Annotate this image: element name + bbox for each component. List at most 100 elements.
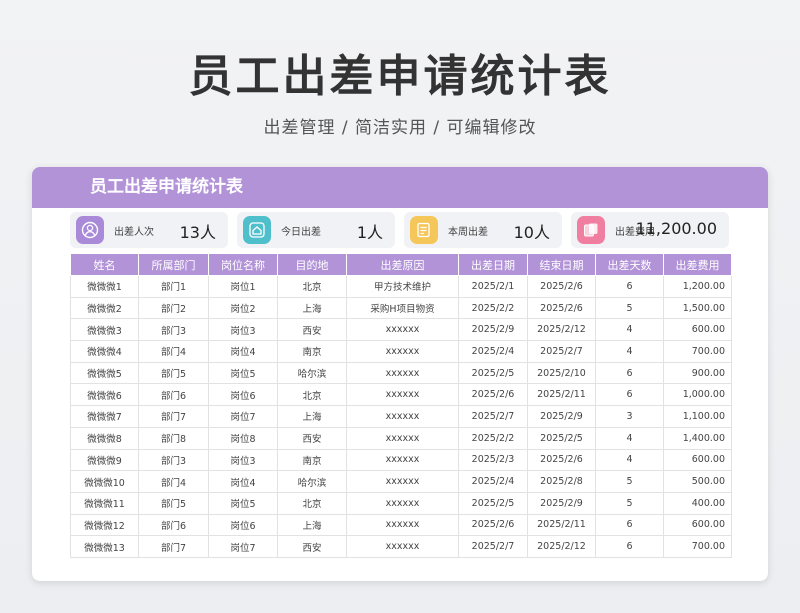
trip-table: 姓名 所属部门 岗位名称 目的地 出差原因 出差日期 结束日期 出差天数 出差费用 微微微1 部门…	[70, 253, 732, 558]
stat-week: 本周出差 10人	[404, 212, 562, 248]
table-cell: 部门8	[138, 426, 209, 450]
table-cell: 微微微3	[70, 318, 139, 342]
table-row: 微微微7 部门7 岗位7 上海 xxxxxx 2025/2/7 2025/2/9 3 1,100…	[70, 405, 732, 428]
table-cell: 岗位7	[208, 535, 278, 558]
table-cell: 微微微7	[70, 405, 139, 428]
table-cell: 2025/2/11	[527, 513, 596, 537]
table-cell: 600.00	[663, 448, 732, 472]
table-cell: 4	[595, 426, 664, 450]
column-header: 岗位名称	[208, 253, 278, 276]
table-cell: 2025/2/12	[527, 535, 596, 558]
table-cell: 甲方技术维护	[346, 275, 459, 298]
table-cell: 2025/2/8	[527, 470, 596, 493]
table-cell: 2025/2/9	[527, 405, 596, 428]
table-cell: 岗位6	[208, 383, 278, 407]
table-cell: 2025/2/11	[527, 383, 596, 407]
table-cell: 南京	[277, 340, 347, 363]
page-subtitle: 出差管理 / 简洁实用 / 可编辑修改	[263, 118, 537, 138]
table-cell: 微微微5	[70, 361, 139, 385]
stat-trip-count: 出差人次 13人	[70, 212, 228, 248]
table-row: 微微微10 部门4 岗位4 哈尔滨 xxxxxx 2025/2/4 2025/2/8 5 500…	[70, 470, 732, 493]
table-cell: xxxxxx	[346, 361, 459, 385]
table-cell: 部门3	[138, 318, 209, 342]
table-cell: xxxxxx	[346, 383, 459, 407]
stat-label: 出差人次	[114, 227, 154, 238]
table-row: 微微微5 部门5 岗位5 哈尔滨 xxxxxx 2025/2/5 2025/2/10 6 900…	[70, 361, 732, 385]
table-cell: 岗位4	[208, 470, 278, 493]
table-cell: 900.00	[663, 361, 732, 385]
person-icon	[76, 216, 104, 244]
table-cell: 微微微8	[70, 426, 139, 450]
table-cell: 2025/2/1	[458, 275, 528, 298]
table-cell: 2025/2/5	[527, 426, 596, 450]
table-cell: 3	[595, 405, 664, 428]
column-header: 姓名	[70, 253, 139, 276]
table-cell: 岗位8	[208, 426, 278, 450]
table-cell: 2025/2/10	[527, 361, 596, 385]
table-cell: 2025/2/6	[458, 383, 528, 407]
table-cell: 西安	[277, 535, 347, 558]
table-cell: 2025/2/9	[458, 318, 528, 342]
table-cell: 微微微2	[70, 296, 139, 320]
table-row: 微微微4 部门4 岗位4 南京 xxxxxx 2025/2/4 2025/2/7 4 700.0…	[70, 340, 732, 363]
table-cell: 微微微12	[70, 513, 139, 537]
table-cell: 2025/2/4	[458, 470, 528, 493]
table-cell: 2025/2/2	[458, 426, 528, 450]
table-cell: 5	[595, 491, 664, 515]
table-cell: 2025/2/9	[527, 491, 596, 515]
cards-icon	[577, 216, 605, 244]
table-cell: 南京	[277, 448, 347, 472]
table-cell: xxxxxx	[346, 448, 459, 472]
table-cell: 2025/2/12	[527, 318, 596, 342]
table-row: 微微微6 部门6 岗位6 北京 xxxxxx 2025/2/6 2025/2/11 6 1,00…	[70, 383, 732, 407]
column-header: 出差原因	[346, 253, 459, 276]
table-row: 微微微2 部门2 岗位2 上海 采购H项目物资 2025/2/2 2025/2/6 5 1,50…	[70, 296, 732, 320]
table-cell: 岗位1	[208, 275, 278, 298]
stats-card: 员工出差申请统计表 出差人次 13人 今日出差 1人 本周出差 10人 出差费用…	[32, 167, 768, 581]
table-cell: 700.00	[663, 535, 732, 558]
document-icon	[410, 216, 438, 244]
table-cell: 微微微6	[70, 383, 139, 407]
table-row: 微微微8 部门8 岗位8 西安 xxxxxx 2025/2/2 2025/2/5 4 1,400…	[70, 426, 732, 450]
table-cell: 上海	[277, 296, 347, 320]
table-cell: xxxxxx	[346, 340, 459, 363]
table-cell: 上海	[277, 513, 347, 537]
page-title: 员工出差申请统计表	[188, 51, 612, 102]
table-cell: 2025/2/6	[527, 296, 596, 320]
table-cell: 6	[595, 535, 664, 558]
table-cell: 4	[595, 318, 664, 342]
table-row: 微微微1 部门1 岗位1 北京 甲方技术维护 2025/2/1 2025/2/6 6 1,200…	[70, 275, 732, 298]
table-cell: 500.00	[663, 470, 732, 493]
table-cell: 微微微1	[70, 275, 139, 298]
table-body: 微微微1 部门1 岗位1 北京 甲方技术维护 2025/2/1 2025/2/6 6 1,200…	[70, 275, 732, 558]
table-cell: 1,100.00	[663, 405, 732, 428]
table-cell: 6	[595, 383, 664, 407]
table-cell: 6	[595, 513, 664, 537]
table-cell: 部门5	[138, 361, 209, 385]
column-header: 出差天数	[595, 253, 664, 276]
stat-value: 11,200.00	[635, 219, 717, 238]
table-cell: 2025/2/3	[458, 448, 528, 472]
table-cell: 岗位3	[208, 448, 278, 472]
table-cell: 微微微4	[70, 340, 139, 363]
table-cell: 部门4	[138, 340, 209, 363]
table-cell: 微微微9	[70, 448, 139, 472]
table-cell: xxxxxx	[346, 513, 459, 537]
table-cell: 部门7	[138, 405, 209, 428]
column-header: 出差费用	[663, 253, 732, 276]
table-cell: 岗位2	[208, 296, 278, 320]
table-cell: 部门6	[138, 383, 209, 407]
table-cell: 部门2	[138, 296, 209, 320]
table-cell: 哈尔滨	[277, 361, 347, 385]
table-cell: 北京	[277, 383, 347, 407]
table-cell: 2025/2/4	[458, 340, 528, 363]
table-cell: 部门1	[138, 275, 209, 298]
card-title: 员工出差申请统计表	[32, 167, 768, 208]
table-cell: 2025/2/2	[458, 296, 528, 320]
stat-cost: 出差费用 11,200.00	[571, 212, 729, 248]
table-row: 微微微13 部门7 岗位7 西安 xxxxxx 2025/2/7 2025/2/12 6 700…	[70, 535, 732, 558]
table-cell: 部门7	[138, 535, 209, 558]
table-cell: 部门4	[138, 470, 209, 493]
table-cell: 岗位7	[208, 405, 278, 428]
table-cell: xxxxxx	[346, 318, 459, 342]
